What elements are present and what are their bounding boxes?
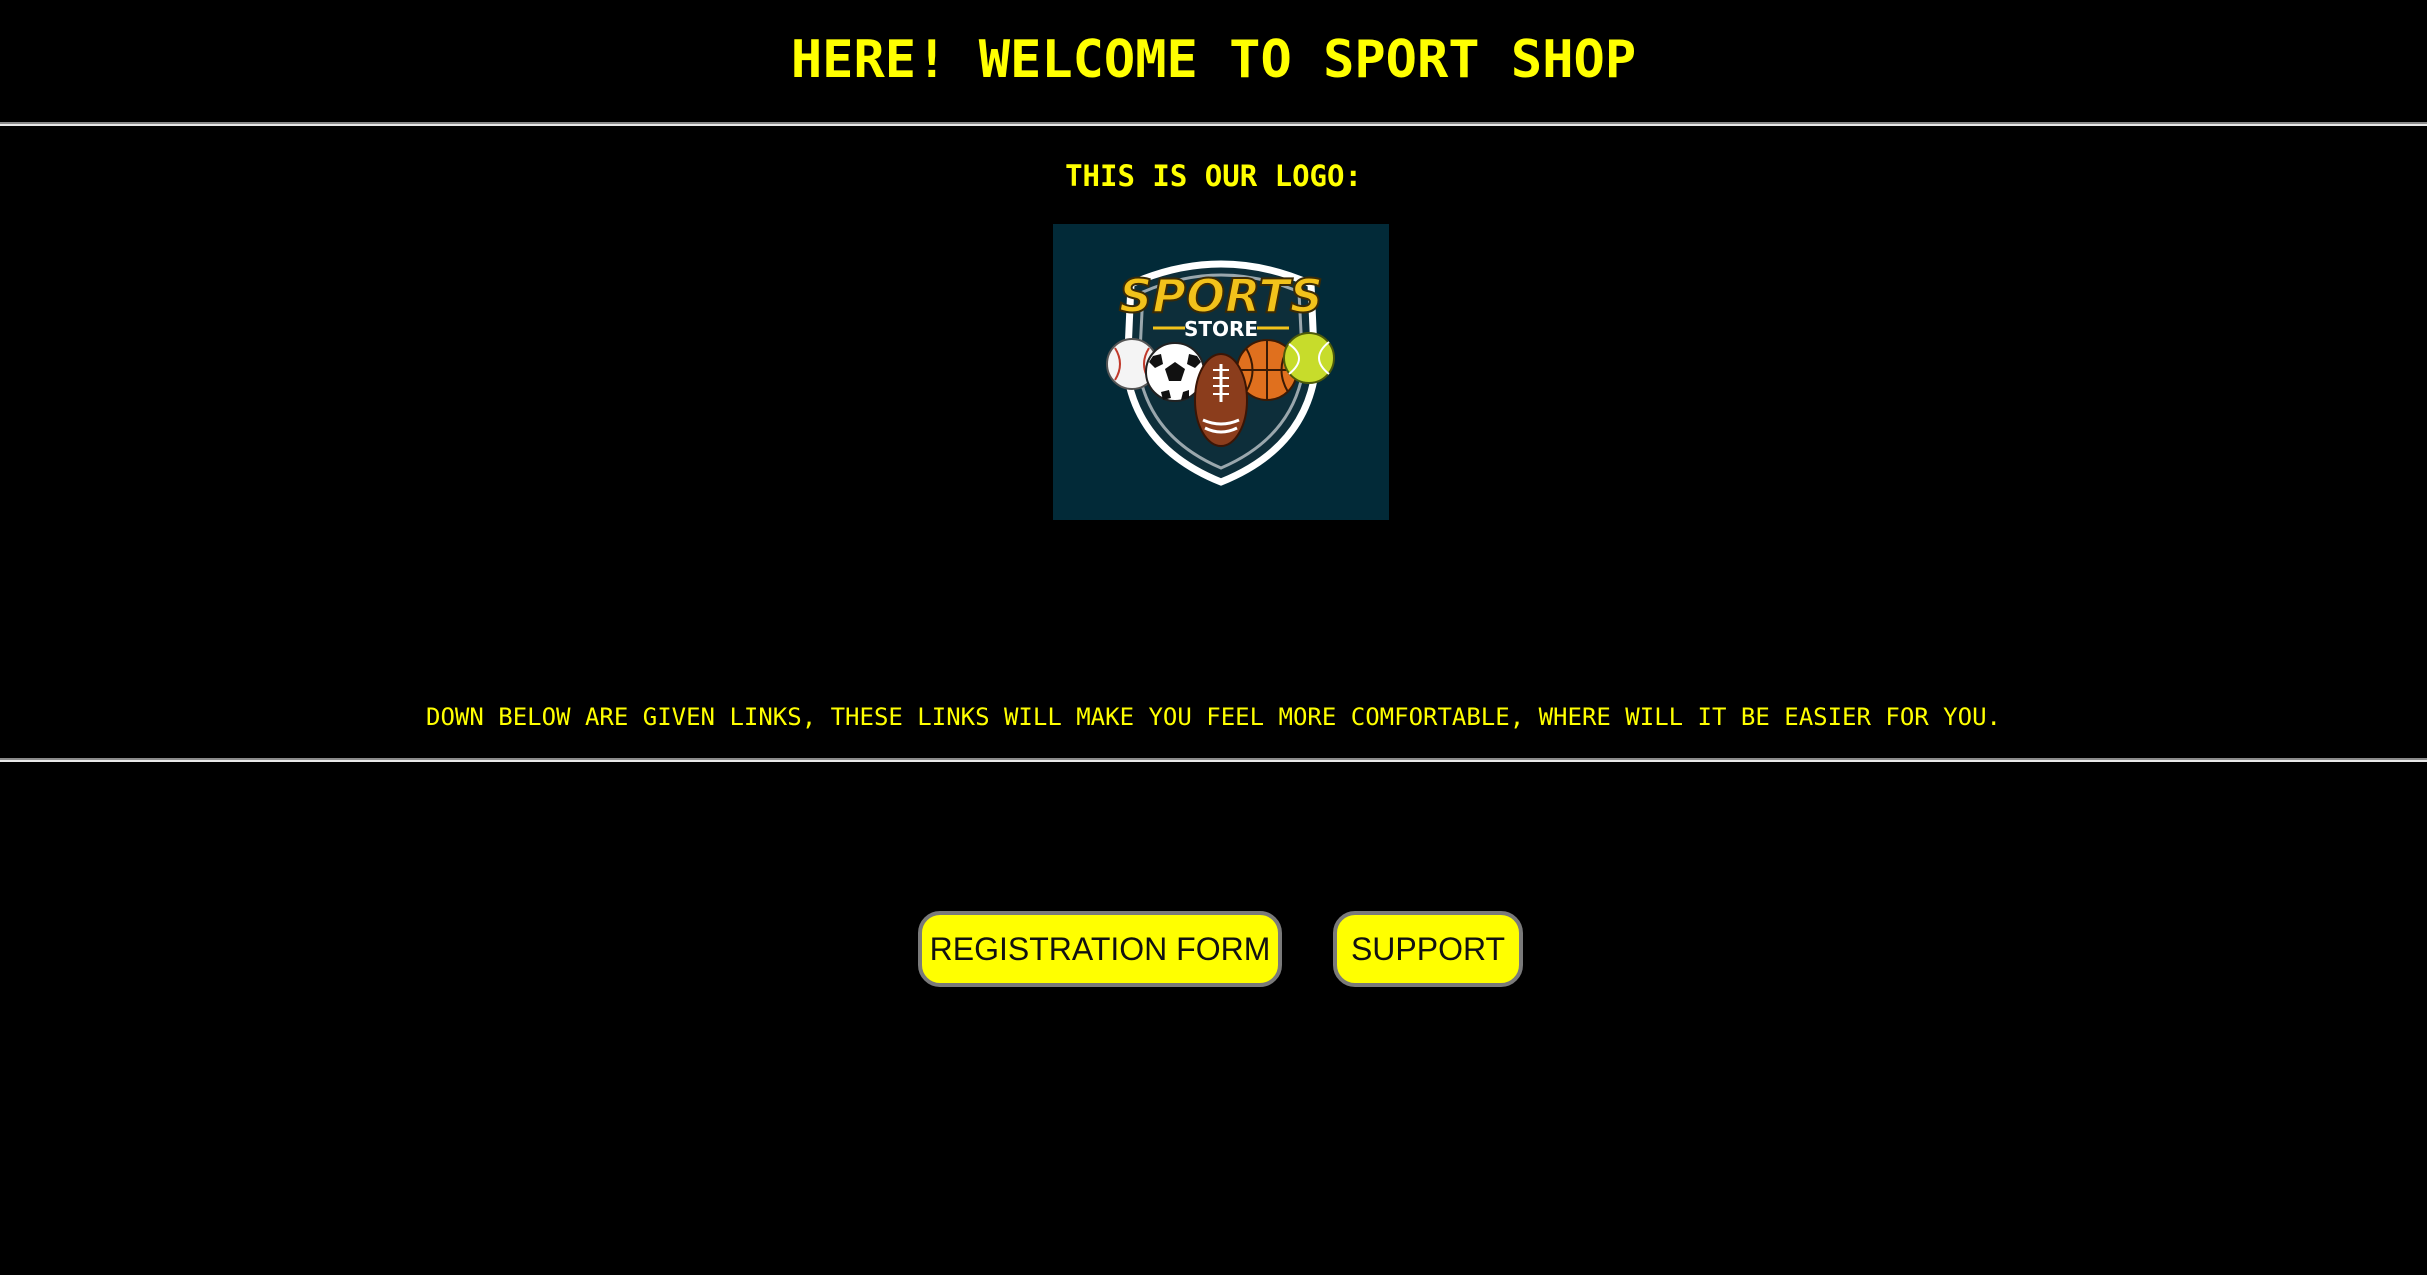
sports-store-logo: SPORTS STORE — [1053, 224, 1389, 520]
links-intro-text: DOWN BELOW ARE GIVEN LINKS, THESE LINKS … — [426, 703, 2001, 731]
logo-heading: THIS IS OUR LOGO: — [1065, 159, 1362, 193]
registration-form-button[interactable]: REGISTRATION FORM — [918, 911, 1282, 987]
logo-text-sports: SPORTS — [1119, 269, 1323, 323]
american-football-icon — [1194, 353, 1248, 447]
page-title: HERE! WELCOME TO SPORT SHOP — [790, 30, 1637, 90]
tennis-ball-icon — [1283, 332, 1335, 384]
top-divider — [0, 122, 2427, 126]
support-button[interactable]: SUPPORT — [1333, 911, 1523, 987]
bottom-divider — [0, 758, 2427, 762]
logo-text-store: STORE — [1184, 317, 1258, 341]
